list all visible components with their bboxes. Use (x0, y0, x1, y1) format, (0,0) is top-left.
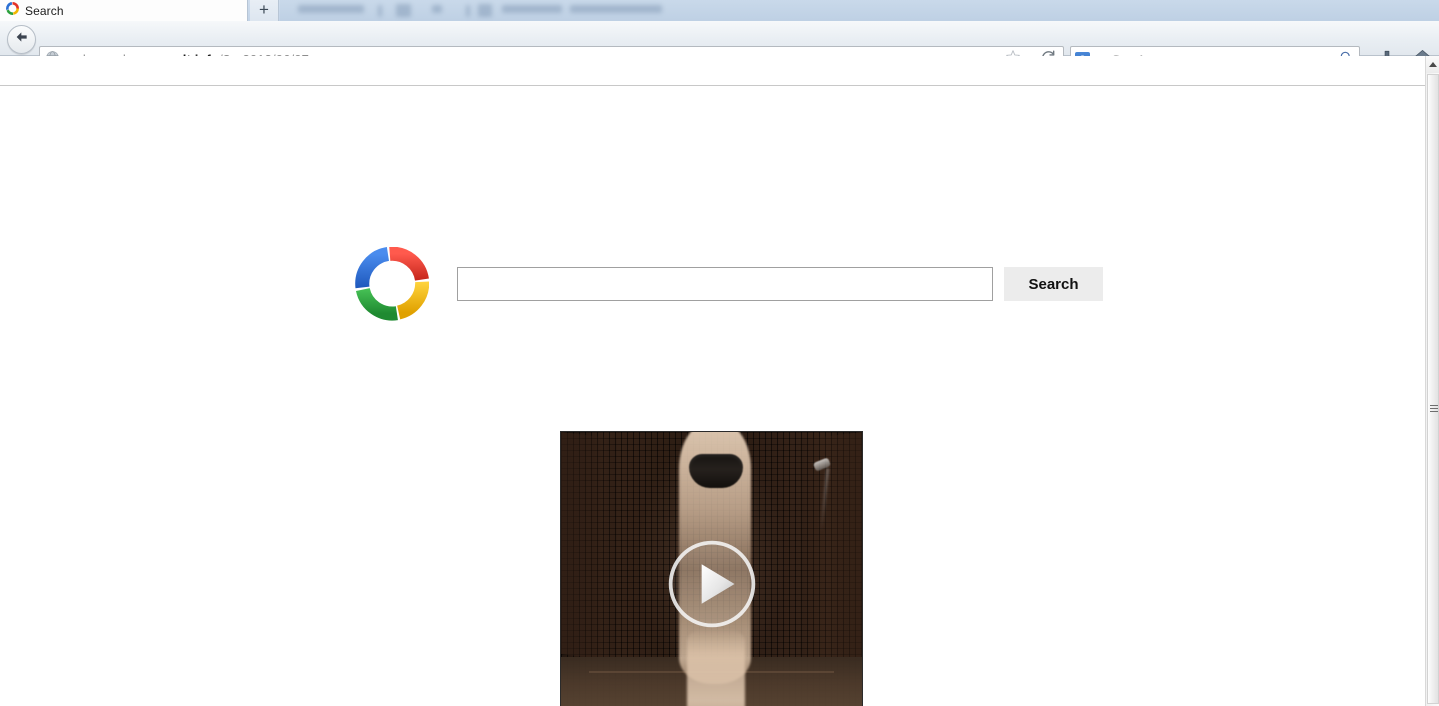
scroll-up-button[interactable] (1426, 56, 1439, 73)
back-button[interactable] (7, 25, 36, 54)
wall-left (561, 432, 617, 661)
bookmarks-bar[interactable] (0, 56, 1439, 86)
person-legs (687, 628, 745, 706)
scrollbar-thumb[interactable] (1427, 74, 1439, 704)
tab-search[interactable]: Search (0, 0, 248, 21)
play-button-icon[interactable] (665, 537, 759, 631)
scroll-up-arrow-icon (1428, 62, 1437, 67)
site-search-input[interactable] (457, 267, 993, 301)
navigation-toolbar: websearch.pu-result.info/?r=2013/06/07 (0, 21, 1439, 73)
swimwear (689, 454, 743, 488)
tab-strip: Search + (0, 0, 1439, 21)
browser-window: Search + Google Search (0, 0, 1439, 706)
colored-ring-logo-icon (355, 247, 429, 321)
tab-title: Search (25, 3, 64, 18)
site-search-button[interactable]: Search (1004, 267, 1103, 301)
window-title-bar-background (280, 0, 1439, 21)
site-search-area: Search (355, 247, 1103, 321)
vertical-scrollbar[interactable] (1425, 56, 1439, 706)
page-content: Search (0, 87, 1425, 706)
back-arrow-icon (14, 29, 30, 50)
video-ad-player[interactable] (561, 432, 862, 706)
video-thumbnail[interactable] (561, 432, 862, 706)
wall-right (800, 432, 862, 666)
scroll-grip-icon (1430, 405, 1438, 414)
colored-ring-logo-icon (6, 1, 19, 20)
new-tab-button[interactable]: + (250, 0, 279, 21)
